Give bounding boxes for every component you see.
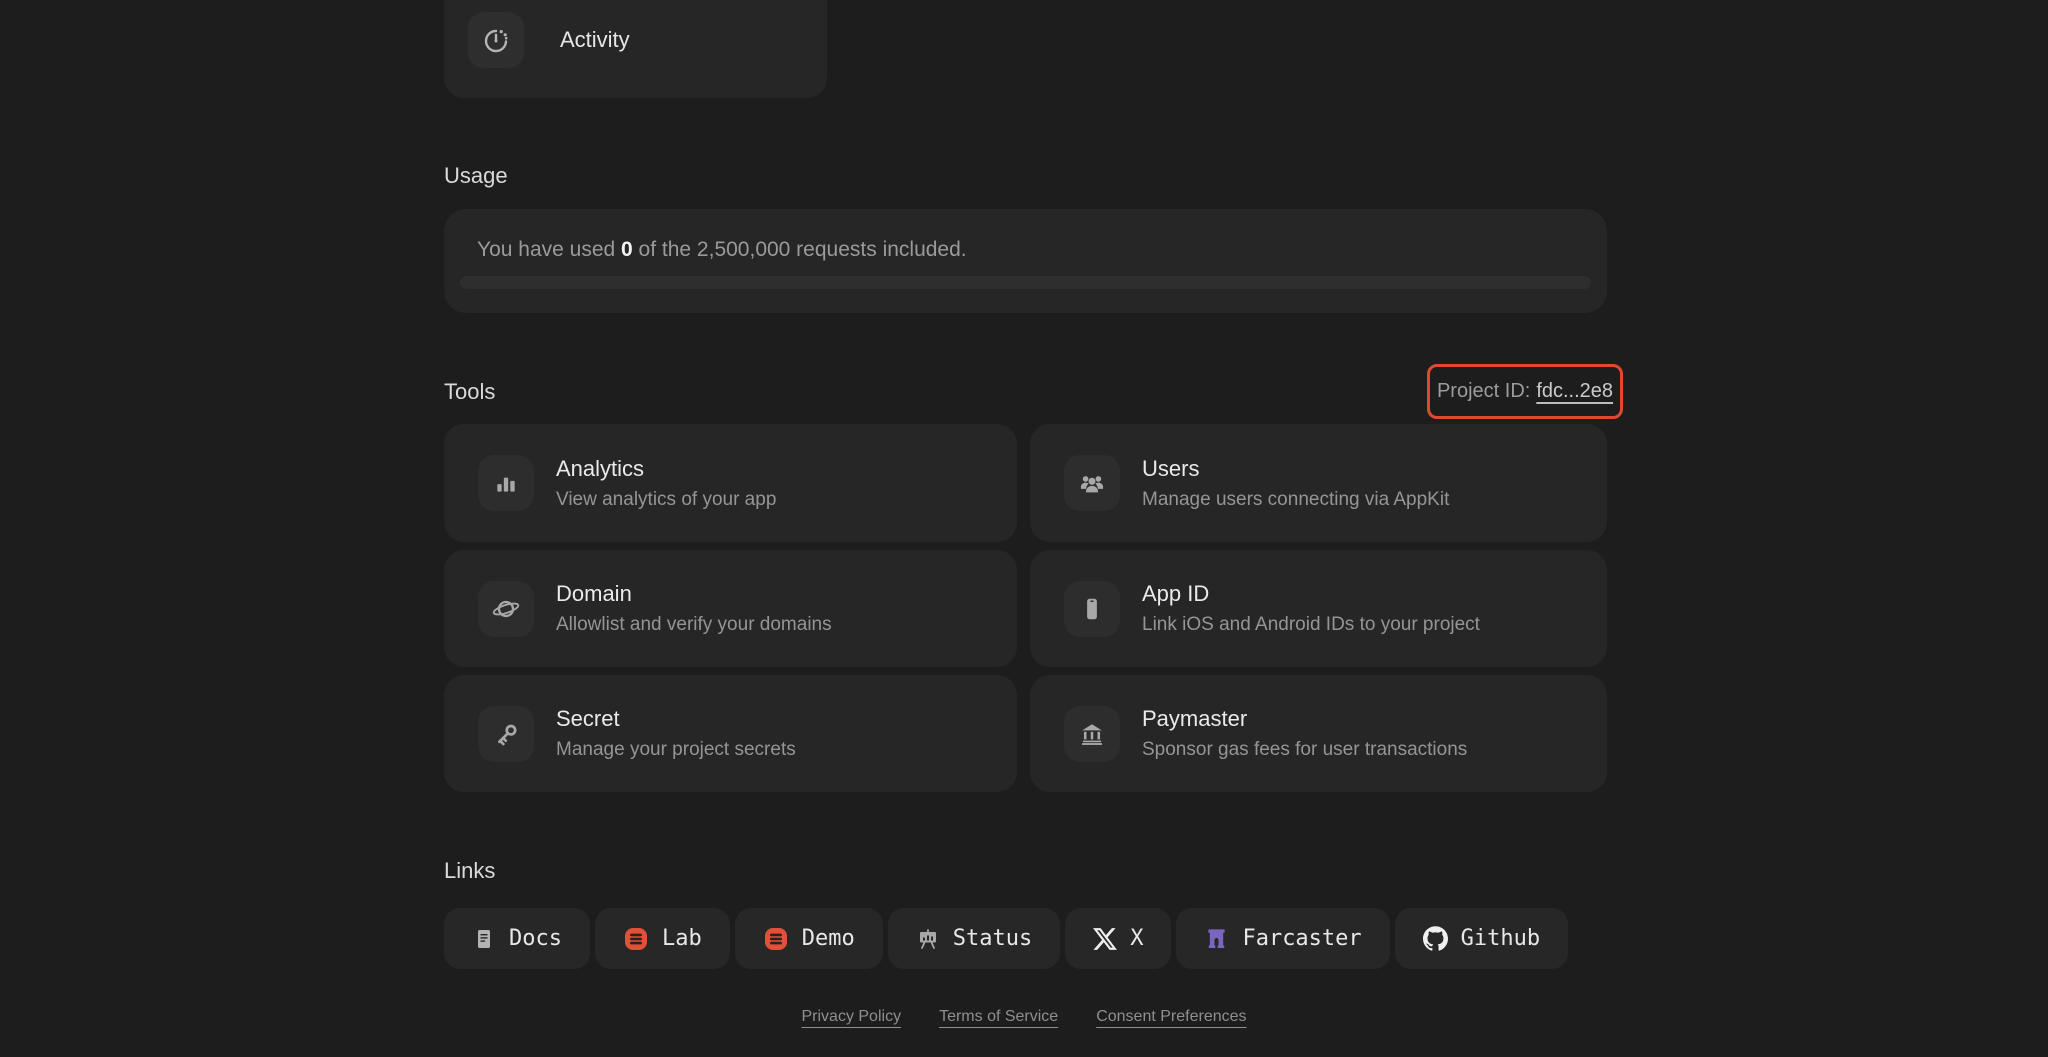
link-button-github[interactable]: Github — [1394, 908, 1569, 969]
tool-card-text: Paymaster Sponsor gas fees for user tran… — [1142, 706, 1467, 761]
tool-card-text: Domain Allowlist and verify your domains — [556, 581, 832, 636]
bank-icon — [1064, 705, 1120, 762]
status-icon — [916, 927, 940, 951]
usage-text: You have used 0 of the 2,500,000 request… — [477, 238, 967, 262]
usage-text-suffix: of the 2,500,000 requests included. — [632, 238, 967, 261]
links-row: Docs Lab Demo Status X Farcaster Github — [444, 908, 1569, 969]
tool-card-secret[interactable]: Secret Manage your project secrets — [444, 675, 1017, 792]
phone-icon — [1064, 580, 1120, 637]
link-button-demo[interactable]: Demo — [734, 908, 883, 969]
usage-used-value: 0 — [621, 238, 633, 261]
tool-card-subtitle: View analytics of your app — [556, 488, 777, 510]
usage-heading: Usage — [444, 163, 508, 188]
project-id-label: Project ID: — [1436, 380, 1531, 402]
footer-link-consent-preferences[interactable]: Consent Preferences — [1096, 1008, 1246, 1026]
github-icon — [1422, 926, 1448, 951]
footer-link-terms-of-service[interactable]: Terms of Service — [939, 1008, 1058, 1026]
link-button-label: Github — [1460, 926, 1541, 951]
tool-card-domain[interactable]: Domain Allowlist and verify your domains — [444, 550, 1017, 667]
tool-card-text: Secret Manage your project secrets — [556, 706, 796, 761]
activity-card-label: Activity — [560, 27, 630, 52]
link-button-label: X — [1130, 926, 1144, 951]
tool-card-title: Analytics — [556, 455, 645, 481]
project-id-value[interactable]: fdc...2e8 — [1536, 380, 1613, 403]
link-button-status[interactable]: Status — [887, 908, 1061, 969]
tool-card-title: Users — [1142, 455, 1200, 481]
project-id-badge[interactable]: Project ID: fdc...2e8 — [1427, 364, 1623, 419]
activity-card[interactable]: Activity — [444, 0, 827, 98]
tool-card-text: Analytics View analytics of your app — [556, 456, 776, 511]
tool-card-text: Users Manage users connecting via AppKit — [1142, 456, 1449, 511]
usage-card: You have used 0 of the 2,500,000 request… — [444, 209, 1607, 313]
usage-progress-track — [460, 276, 1591, 289]
tool-card-paymaster[interactable]: Paymaster Sponsor gas fees for user tran… — [1030, 675, 1607, 792]
usage-text-prefix: You have used — [477, 238, 622, 261]
link-button-label: Status — [952, 926, 1033, 951]
lab-icon — [623, 926, 649, 952]
tool-card-title: Paymaster — [1142, 706, 1248, 731]
tool-card-analytics[interactable]: Analytics View analytics of your app — [444, 424, 1017, 542]
footer-link-privacy-policy[interactable]: Privacy Policy — [801, 1008, 901, 1026]
footer: Privacy Policy Terms of Service Consent … — [0, 1008, 2048, 1026]
tool-card-text: App ID Link iOS and Android IDs to your … — [1142, 581, 1480, 636]
link-button-label: Demo — [801, 926, 855, 951]
link-button-label: Lab — [661, 926, 702, 951]
users-icon — [1064, 455, 1120, 511]
tool-card-title: Domain — [556, 581, 632, 606]
dashboard-page: Activity Usage You have used 0 of the 2,… — [0, 0, 2048, 1057]
docs-icon — [472, 927, 496, 951]
link-button-label: Farcaster — [1242, 926, 1362, 951]
tool-card-title: Secret — [556, 706, 620, 731]
key-icon — [478, 705, 534, 762]
bar-chart-icon — [478, 455, 534, 511]
tool-card-subtitle: Link iOS and Android IDs to your project — [1142, 614, 1480, 635]
link-button-docs[interactable]: Docs — [444, 908, 590, 969]
farcaster-icon — [1204, 926, 1229, 951]
link-button-lab[interactable]: Lab — [594, 908, 730, 969]
tool-card-app-id[interactable]: App ID Link iOS and Android IDs to your … — [1030, 550, 1607, 667]
link-button-label: Docs — [509, 926, 562, 951]
tools-heading: Tools — [444, 379, 496, 404]
link-button-x[interactable]: X — [1065, 908, 1172, 969]
links-heading: Links — [444, 858, 496, 883]
planet-icon — [478, 580, 534, 637]
link-button-farcaster[interactable]: Farcaster — [1176, 908, 1390, 969]
tools-grid: Analytics View analytics of your app Use… — [444, 424, 1607, 792]
timer-icon — [468, 12, 524, 68]
x-logo-icon — [1093, 927, 1118, 951]
demo-icon — [763, 926, 789, 952]
tool-card-subtitle: Manage users connecting via AppKit — [1142, 488, 1450, 510]
tool-card-subtitle: Manage your project secrets — [556, 739, 796, 760]
tool-card-users[interactable]: Users Manage users connecting via AppKit — [1030, 424, 1607, 542]
tool-card-subtitle: Allowlist and verify your domains — [556, 614, 832, 635]
tool-card-subtitle: Sponsor gas fees for user transactions — [1142, 739, 1468, 760]
tool-card-title: App ID — [1142, 581, 1210, 606]
